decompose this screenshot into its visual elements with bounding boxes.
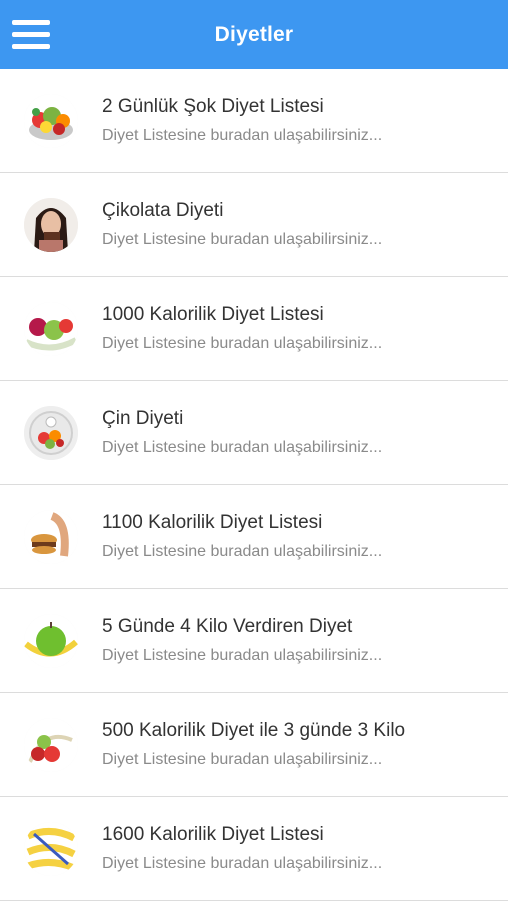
list-item[interactable]: 1100 Kalorilik Diyet Listesi Diyet Liste…	[0, 485, 508, 589]
list-item[interactable]: 1600 Kalorilik Diyet Listesi Diyet Liste…	[0, 797, 508, 901]
item-subtitle: Diyet Listesine buradan ulaşabilirsiniz.…	[102, 647, 383, 664]
item-title: 1100 Kalorilik Diyet Listesi	[102, 512, 323, 533]
green-apple-tape-image	[24, 613, 78, 668]
list-item[interactable]: Çin Diyeti Diyet Listesine buradan ulaşa…	[0, 381, 508, 485]
item-subtitle: Diyet Listesine buradan ulaşabilirsiniz.…	[102, 751, 383, 768]
item-title: 2 Günlük Şok Diyet Listesi	[102, 96, 324, 117]
list-item[interactable]: Çikolata Diyeti Diyet Listesine buradan …	[0, 173, 508, 277]
page-title: Diyetler	[214, 22, 294, 46]
hamburger-menu-icon[interactable]	[12, 20, 50, 50]
item-subtitle: Diyet Listesine buradan ulaşabilirsiniz.…	[102, 231, 383, 248]
list-item[interactable]: 5 Günde 4 Kilo Verdiren Diyet Diyet List…	[0, 589, 508, 693]
measuring-tape-image	[24, 821, 78, 876]
item-subtitle: Diyet Listesine buradan ulaşabilirsiniz.…	[102, 855, 383, 872]
item-subtitle: Diyet Listesine buradan ulaşabilirsiniz.…	[102, 127, 383, 144]
item-subtitle: Diyet Listesine buradan ulaşabilirsiniz.…	[102, 439, 383, 456]
scale-with-vegetables-image	[24, 405, 78, 460]
fruit-bowl-image	[24, 93, 78, 148]
burger-and-tape-image	[24, 509, 78, 564]
item-title: 500 Kalorilik Diyet ile 3 günde 3 Kilo	[102, 720, 406, 741]
list-item[interactable]: 500 Kalorilik Diyet ile 3 günde 3 Kilo D…	[0, 693, 508, 797]
list-item[interactable]: 2 Günlük Şok Diyet Listesi Diyet Listesi…	[0, 69, 508, 173]
app-bar: Diyetler	[0, 0, 508, 69]
diet-list: 2 Günlük Şok Diyet Listesi Diyet Listesi…	[0, 69, 508, 901]
item-title: 1000 Kalorilik Diyet Listesi	[102, 304, 324, 325]
item-title: Çin Diyeti	[102, 408, 184, 429]
item-subtitle: Diyet Listesine buradan ulaşabilirsiniz.…	[102, 335, 383, 352]
item-title: 5 Günde 4 Kilo Verdiren Diyet	[102, 616, 353, 637]
item-title: 1600 Kalorilik Diyet Listesi	[102, 824, 324, 845]
item-subtitle: Diyet Listesine buradan ulaşabilirsiniz.…	[102, 543, 383, 560]
item-title: Çikolata Diyeti	[102, 200, 224, 221]
apple-and-measuring-tape-image	[24, 301, 78, 356]
list-item[interactable]: 1000 Kalorilik Diyet Listesi Diyet Liste…	[0, 277, 508, 381]
vegetables-tape-image	[24, 717, 78, 772]
woman-eating-chocolate-image	[24, 197, 78, 252]
